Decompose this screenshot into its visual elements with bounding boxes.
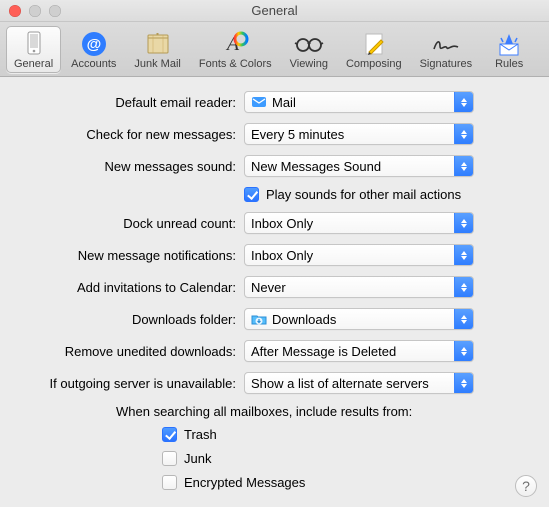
updown-arrows-icon: [454, 156, 473, 176]
updown-arrows-icon: [454, 341, 473, 361]
popup-default-reader[interactable]: Mail: [244, 91, 474, 113]
updown-arrows-icon: [454, 213, 473, 233]
general-icon: [18, 29, 50, 58]
accounts-icon: @: [78, 29, 110, 58]
titlebar: General: [0, 0, 549, 22]
updown-arrows-icon: [454, 373, 473, 393]
minimize-window-button: [29, 5, 41, 17]
checkbox-trash[interactable]: Trash: [162, 427, 527, 442]
popup-downloads[interactable]: Downloads: [244, 308, 474, 330]
window-title: General: [0, 3, 549, 18]
svg-text:@: @: [86, 36, 101, 53]
checkbox-label: Encrypted Messages: [184, 475, 305, 490]
updown-arrows-icon: [454, 124, 473, 144]
popup-new-sound[interactable]: New Messages Sound: [244, 155, 474, 177]
updown-arrows-icon: [454, 309, 473, 329]
tab-label: General: [14, 58, 53, 70]
label-dock-unread: Dock unread count:: [12, 216, 244, 231]
downloads-folder-icon: [251, 311, 267, 327]
toolbar: General @ Accounts Junk Mail A: [0, 22, 549, 77]
label-invitations: Add invitations to Calendar:: [12, 280, 244, 295]
checkbox-junk[interactable]: Junk: [162, 451, 527, 466]
popup-value: Mail: [272, 95, 296, 110]
popup-value: Every 5 minutes: [251, 127, 344, 142]
label-default-reader: Default email reader:: [12, 95, 244, 110]
popup-remove-downloads[interactable]: After Message is Deleted: [244, 340, 474, 362]
signatures-icon: [430, 29, 462, 58]
popup-value: Downloads: [272, 312, 336, 327]
checkbox-box: [244, 187, 259, 202]
popup-value: Never: [251, 280, 286, 295]
popup-outgoing[interactable]: Show a list of alternate servers: [244, 372, 474, 394]
tab-label: Fonts & Colors: [199, 58, 272, 70]
popup-notifications[interactable]: Inbox Only: [244, 244, 474, 266]
tab-general[interactable]: General: [6, 26, 61, 73]
label-downloads: Downloads folder:: [12, 312, 244, 327]
tab-viewing[interactable]: Viewing: [282, 26, 336, 73]
popup-invitations[interactable]: Never: [244, 276, 474, 298]
popup-check-messages[interactable]: Every 5 minutes: [244, 123, 474, 145]
popup-value: After Message is Deleted: [251, 344, 396, 359]
tab-label: Signatures: [420, 58, 473, 70]
label-new-sound: New messages sound:: [12, 159, 244, 174]
tab-label: Viewing: [290, 58, 328, 70]
tab-fonts-colors[interactable]: A Fonts & Colors: [191, 26, 280, 73]
composing-icon: [358, 29, 390, 58]
popup-dock-unread[interactable]: Inbox Only: [244, 212, 474, 234]
rules-icon: [493, 29, 525, 58]
tab-accounts[interactable]: @ Accounts: [63, 26, 124, 73]
popup-value: Show a list of alternate servers: [251, 376, 429, 391]
tab-label: Junk Mail: [134, 58, 180, 70]
help-icon: ?: [522, 478, 530, 494]
tab-label: Composing: [346, 58, 402, 70]
window-controls: [0, 5, 61, 17]
label-check-messages: Check for new messages:: [12, 127, 244, 142]
updown-arrows-icon: [454, 245, 473, 265]
fonts-colors-icon: A: [219, 29, 251, 58]
checkbox-box: [162, 475, 177, 490]
general-pane: Default email reader: Mail Check for new…: [0, 77, 549, 502]
updown-arrows-icon: [454, 92, 473, 112]
junk-mail-icon: [142, 29, 174, 58]
popup-value: Inbox Only: [251, 216, 313, 231]
close-window-button[interactable]: [9, 5, 21, 17]
tab-junk-mail[interactable]: Junk Mail: [126, 26, 188, 73]
tab-label: Rules: [495, 58, 523, 70]
mail-app-icon: [251, 94, 267, 110]
tab-rules[interactable]: Rules: [482, 26, 536, 73]
tab-signatures[interactable]: Signatures: [412, 26, 481, 73]
tab-composing[interactable]: Composing: [338, 26, 410, 73]
popup-value: New Messages Sound: [251, 159, 381, 174]
viewing-icon: [293, 29, 325, 58]
label-notifications: New message notifications:: [12, 248, 244, 263]
popup-value: Inbox Only: [251, 248, 313, 263]
checkbox-label: Junk: [184, 451, 211, 466]
search-options: Trash Junk Encrypted Messages: [162, 427, 527, 490]
label-outgoing: If outgoing server is unavailable:: [12, 376, 244, 391]
label-remove-downloads: Remove unedited downloads:: [12, 344, 244, 359]
checkbox-encrypted[interactable]: Encrypted Messages: [162, 475, 527, 490]
checkbox-box: [162, 451, 177, 466]
checkbox-play-sounds[interactable]: Play sounds for other mail actions: [244, 187, 527, 202]
updown-arrows-icon: [454, 277, 473, 297]
search-heading: When searching all mailboxes, include re…: [116, 404, 527, 419]
checkbox-box: [162, 427, 177, 442]
checkbox-label: Play sounds for other mail actions: [266, 187, 461, 202]
tab-label: Accounts: [71, 58, 116, 70]
checkbox-label: Trash: [184, 427, 217, 442]
zoom-window-button: [49, 5, 61, 17]
help-button[interactable]: ?: [515, 475, 537, 497]
